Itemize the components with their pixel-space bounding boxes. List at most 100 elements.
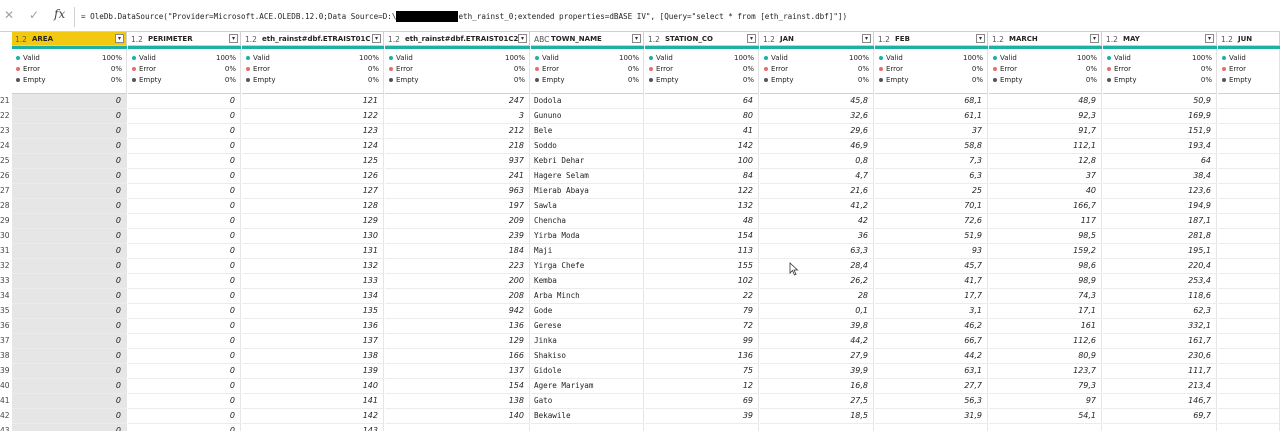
table-cell[interactable]: 39,9	[760, 364, 874, 379]
table-cell[interactable]: 154	[645, 229, 759, 244]
table-cell[interactable]: Arba Minch	[531, 289, 644, 304]
table-cell[interactable]: 37	[875, 124, 988, 139]
table-cell[interactable]: 98,6	[989, 259, 1102, 274]
decimal-type-icon[interactable]: 1.2	[131, 35, 143, 44]
row-number[interactable]: 32	[0, 259, 12, 274]
column-header-jun[interactable]: 1.2 JUN	[1218, 32, 1280, 46]
table-cell[interactable]: 121	[242, 94, 384, 109]
table-cell[interactable]: 218	[385, 139, 530, 154]
table-cell[interactable]: 151,9	[1103, 124, 1217, 139]
column-header-march[interactable]: 1.2 MARCH ▾	[989, 32, 1102, 46]
table-cell[interactable]: 0	[12, 184, 127, 199]
table-cell[interactable]: 166,7	[989, 199, 1102, 214]
table-cell[interactable]	[1218, 199, 1280, 214]
table-cell[interactable]	[1218, 139, 1280, 154]
table-cell[interactable]: 0	[12, 259, 127, 274]
table-cell[interactable]: 134	[242, 289, 384, 304]
row-number[interactable]: 29	[0, 214, 12, 229]
table-cell[interactable]: 123,7	[989, 364, 1102, 379]
row-number[interactable]: 35	[0, 304, 12, 319]
table-cell[interactable]: 0,8	[760, 154, 874, 169]
table-cell[interactable]: 98,9	[989, 274, 1102, 289]
table-cell[interactable]: 159,2	[989, 244, 1102, 259]
table-cell[interactable]: 46,9	[760, 139, 874, 154]
table-cell[interactable]: 135	[242, 304, 384, 319]
table-cell[interactable]: 42	[760, 214, 874, 229]
row-number[interactable]: 28	[0, 199, 12, 214]
table-cell[interactable]: 187,1	[1103, 214, 1217, 229]
table-cell[interactable]: 54,1	[989, 409, 1102, 424]
table-cell[interactable]: 27,5	[760, 394, 874, 409]
table-cell[interactable]: 133	[242, 274, 384, 289]
filter-dropdown-icon[interactable]: ▾	[632, 34, 641, 43]
table-cell[interactable]: 124	[242, 139, 384, 154]
table-cell[interactable]: 21,6	[760, 184, 874, 199]
table-cell[interactable]: 50,9	[1103, 94, 1217, 109]
table-cell[interactable]	[1218, 124, 1280, 139]
table-cell[interactable]: 230,6	[1103, 349, 1217, 364]
table-cell[interactable]: 0	[12, 139, 127, 154]
table-cell[interactable]	[1218, 229, 1280, 244]
table-cell[interactable]: 212	[385, 124, 530, 139]
table-cell[interactable]: 937	[385, 154, 530, 169]
table-cell[interactable]: Jinka	[531, 334, 644, 349]
filter-dropdown-icon[interactable]: ▾	[747, 34, 756, 43]
table-cell[interactable]: 138	[242, 349, 384, 364]
row-number[interactable]: 33	[0, 274, 12, 289]
column-header-feb[interactable]: 1.2 FEB ▾	[875, 32, 988, 46]
table-cell[interactable]: 213,4	[1103, 379, 1217, 394]
table-cell[interactable]: 3,1	[875, 304, 988, 319]
table-cell[interactable]: 127	[242, 184, 384, 199]
table-cell[interactable]: 137	[242, 334, 384, 349]
table-cell[interactable]: 0	[12, 289, 127, 304]
text-type-icon[interactable]: ABC	[534, 35, 549, 44]
table-cell[interactable]: 122	[645, 184, 759, 199]
table-cell[interactable]: 41,2	[760, 199, 874, 214]
row-number[interactable]: 26	[0, 169, 12, 184]
table-cell[interactable]: Maji	[531, 244, 644, 259]
table-cell[interactable]	[385, 424, 530, 431]
table-cell[interactable]: Agere Mariyam	[531, 379, 644, 394]
row-number[interactable]: 38	[0, 349, 12, 364]
decimal-type-icon[interactable]: 1.2	[763, 35, 775, 44]
table-cell[interactable]: Bele	[531, 124, 644, 139]
table-cell[interactable]: 92,3	[989, 109, 1102, 124]
table-cell[interactable]: 0	[12, 394, 127, 409]
table-cell[interactable]: 0	[12, 349, 127, 364]
table-cell[interactable]: 209	[385, 214, 530, 229]
table-cell[interactable]: Yirga Chefe	[531, 259, 644, 274]
table-cell[interactable]: 129	[385, 334, 530, 349]
table-cell[interactable]: 3	[385, 109, 530, 124]
table-cell[interactable]: 6,3	[875, 169, 988, 184]
table-cell[interactable]: 25	[875, 184, 988, 199]
table-cell[interactable]: 0	[12, 409, 127, 424]
row-number[interactable]: 39	[0, 364, 12, 379]
table-cell[interactable]: 56,3	[875, 394, 988, 409]
table-cell[interactable]	[1218, 169, 1280, 184]
table-cell[interactable]: 91,7	[989, 124, 1102, 139]
table-cell[interactable]: Dodola	[531, 94, 644, 109]
table-cell[interactable]	[1218, 379, 1280, 394]
table-cell[interactable]: 942	[385, 304, 530, 319]
table-cell[interactable]: 0	[128, 199, 241, 214]
table-cell[interactable]: 0	[128, 124, 241, 139]
table-cell[interactable]: 129	[242, 214, 384, 229]
table-cell[interactable]: 32,6	[760, 109, 874, 124]
table-cell[interactable]: 93	[875, 244, 988, 259]
table-cell[interactable]: 155	[645, 259, 759, 274]
table-cell[interactable]: 0	[128, 319, 241, 334]
table-cell[interactable]: 154	[385, 379, 530, 394]
table-cell[interactable]: 80,9	[989, 349, 1102, 364]
fx-icon[interactable]: fx	[54, 7, 65, 21]
table-cell[interactable]: 29,6	[760, 124, 874, 139]
table-cell[interactable]	[1218, 214, 1280, 229]
table-cell[interactable]: 112,1	[989, 139, 1102, 154]
table-cell[interactable]: 0	[128, 379, 241, 394]
formula-input[interactable]: = OleDb.DataSource("Provider=Microsoft.A…	[74, 7, 1277, 27]
table-cell[interactable]: 0	[128, 274, 241, 289]
filter-dropdown-icon[interactable]: ▾	[976, 34, 985, 43]
table-cell[interactable]: 0	[12, 244, 127, 259]
table-cell[interactable]: 26,2	[760, 274, 874, 289]
table-cell[interactable]	[1103, 424, 1217, 431]
table-cell[interactable]: 118,6	[1103, 289, 1217, 304]
